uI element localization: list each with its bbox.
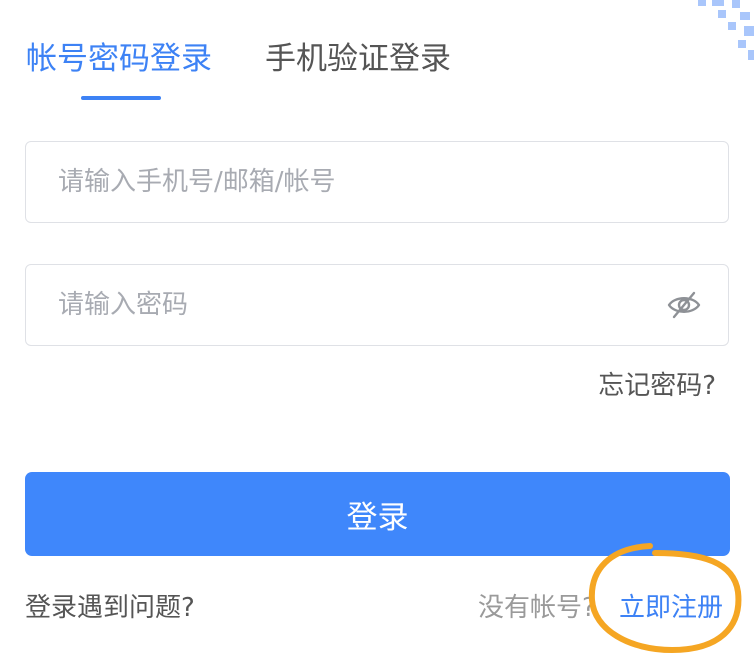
password-input[interactable] xyxy=(58,265,658,345)
login-panel: 帐号密码登录 手机验证登录 忘记密码? 登录 登录遇到问题? 没有帐号? 立即注… xyxy=(0,0,754,653)
forgot-password-link[interactable]: 忘记密码? xyxy=(598,368,716,404)
qr-code-corner-icon[interactable] xyxy=(682,0,754,72)
login-trouble-link[interactable]: 登录遇到问题? xyxy=(25,590,195,626)
eye-slash-icon[interactable] xyxy=(666,290,702,320)
username-field[interactable] xyxy=(25,141,729,223)
login-button[interactable]: 登录 xyxy=(25,472,730,556)
tab-account-password-login[interactable]: 帐号密码登录 xyxy=(26,38,212,80)
tab-phone-verification-login[interactable]: 手机验证登录 xyxy=(265,38,451,80)
login-tabs: 帐号密码登录 手机验证登录 xyxy=(26,38,506,100)
register-link[interactable]: 立即注册 xyxy=(619,590,723,626)
no-account-text: 没有帐号? xyxy=(478,593,596,623)
password-field[interactable] xyxy=(25,264,729,346)
active-tab-indicator xyxy=(81,96,161,100)
username-input[interactable] xyxy=(58,142,658,222)
